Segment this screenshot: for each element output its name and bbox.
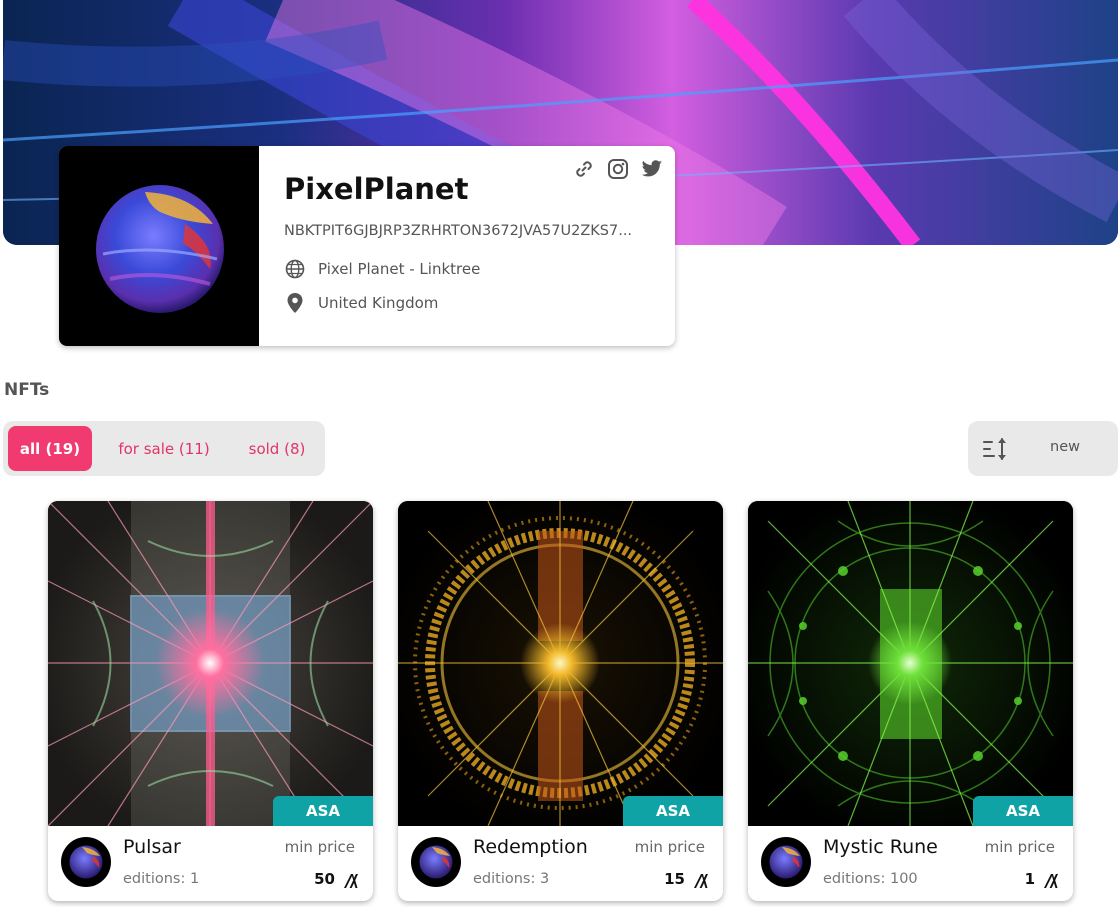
globe-icon — [284, 258, 306, 280]
nft-artwork — [398, 501, 723, 826]
algorand-icon — [1043, 873, 1059, 889]
nft-title: Mystic Rune — [823, 836, 938, 858]
creator-avatar[interactable] — [761, 837, 811, 887]
instagram-icon[interactable] — [607, 158, 629, 180]
nft-editions: editions: 1 — [123, 871, 200, 887]
creator-avatar[interactable] — [61, 837, 111, 887]
redemption-artwork — [398, 501, 723, 826]
price-label: min price — [284, 838, 355, 856]
nfts-section-title: NFTs — [4, 380, 50, 400]
profile-card: PixelPlanet NBKTPIT6GJBJRP3ZRHRTON3672JV… — [59, 146, 675, 346]
nft-card[interactable]: ASA Pulsar editions: 1 min price 50 — [48, 501, 373, 901]
price-label: min price — [984, 838, 1055, 856]
mystic-rune-artwork — [748, 501, 1073, 826]
sort-label: new — [1050, 439, 1080, 455]
tab-for-sale[interactable]: for sale (11) — [107, 426, 221, 471]
profile-name: PixelPlanet — [284, 172, 469, 206]
twitter-icon[interactable] — [641, 158, 663, 180]
link-icon[interactable] — [573, 158, 595, 180]
website-link[interactable]: Pixel Planet - Linktree — [318, 260, 480, 278]
nft-price: 50 — [314, 870, 335, 888]
asa-badge: ASA — [273, 796, 373, 826]
nft-card[interactable]: ASA Mystic Rune editions: 100 min price … — [748, 501, 1073, 901]
nft-artwork — [48, 501, 373, 826]
sort-dropdown[interactable]: new — [968, 421, 1118, 476]
wallet-address[interactable]: NBKTPIT6GJBJRP3ZRHRTON3672JVA57U2ZKS7... — [284, 223, 649, 239]
algorand-icon — [693, 873, 709, 889]
asa-badge: ASA — [973, 796, 1073, 826]
planet-avatar-image — [69, 845, 103, 879]
sort-icon — [982, 437, 1010, 461]
filter-tabs: all (19) for sale (11) sold (8) — [3, 421, 325, 476]
nft-editions: editions: 3 — [473, 871, 550, 887]
profile-avatar — [59, 146, 259, 346]
planet-avatar-image — [769, 845, 803, 879]
algorand-icon — [343, 873, 359, 889]
tab-all[interactable]: all (19) — [8, 426, 92, 471]
creator-avatar[interactable] — [411, 837, 461, 887]
pulsar-artwork — [48, 501, 373, 826]
nft-card[interactable]: ASA Redemption editions: 3 min price 15 — [398, 501, 723, 901]
social-links — [573, 158, 663, 180]
location-text: United Kingdom — [318, 294, 439, 312]
price-label: min price — [634, 838, 705, 856]
nft-artwork — [748, 501, 1073, 826]
nft-price: 15 — [664, 870, 685, 888]
location-row: United Kingdom — [284, 292, 438, 314]
website-row[interactable]: Pixel Planet - Linktree — [284, 258, 480, 280]
nft-title: Pulsar — [123, 836, 181, 858]
planet-avatar-image — [419, 845, 453, 879]
planet-avatar-image — [96, 185, 224, 313]
location-pin-icon — [284, 292, 306, 314]
tab-sold[interactable]: sold (8) — [235, 426, 319, 471]
nft-editions: editions: 100 — [823, 871, 918, 887]
nft-price: 1 — [1024, 870, 1035, 888]
nft-title: Redemption — [473, 836, 588, 858]
asa-badge: ASA — [623, 796, 723, 826]
